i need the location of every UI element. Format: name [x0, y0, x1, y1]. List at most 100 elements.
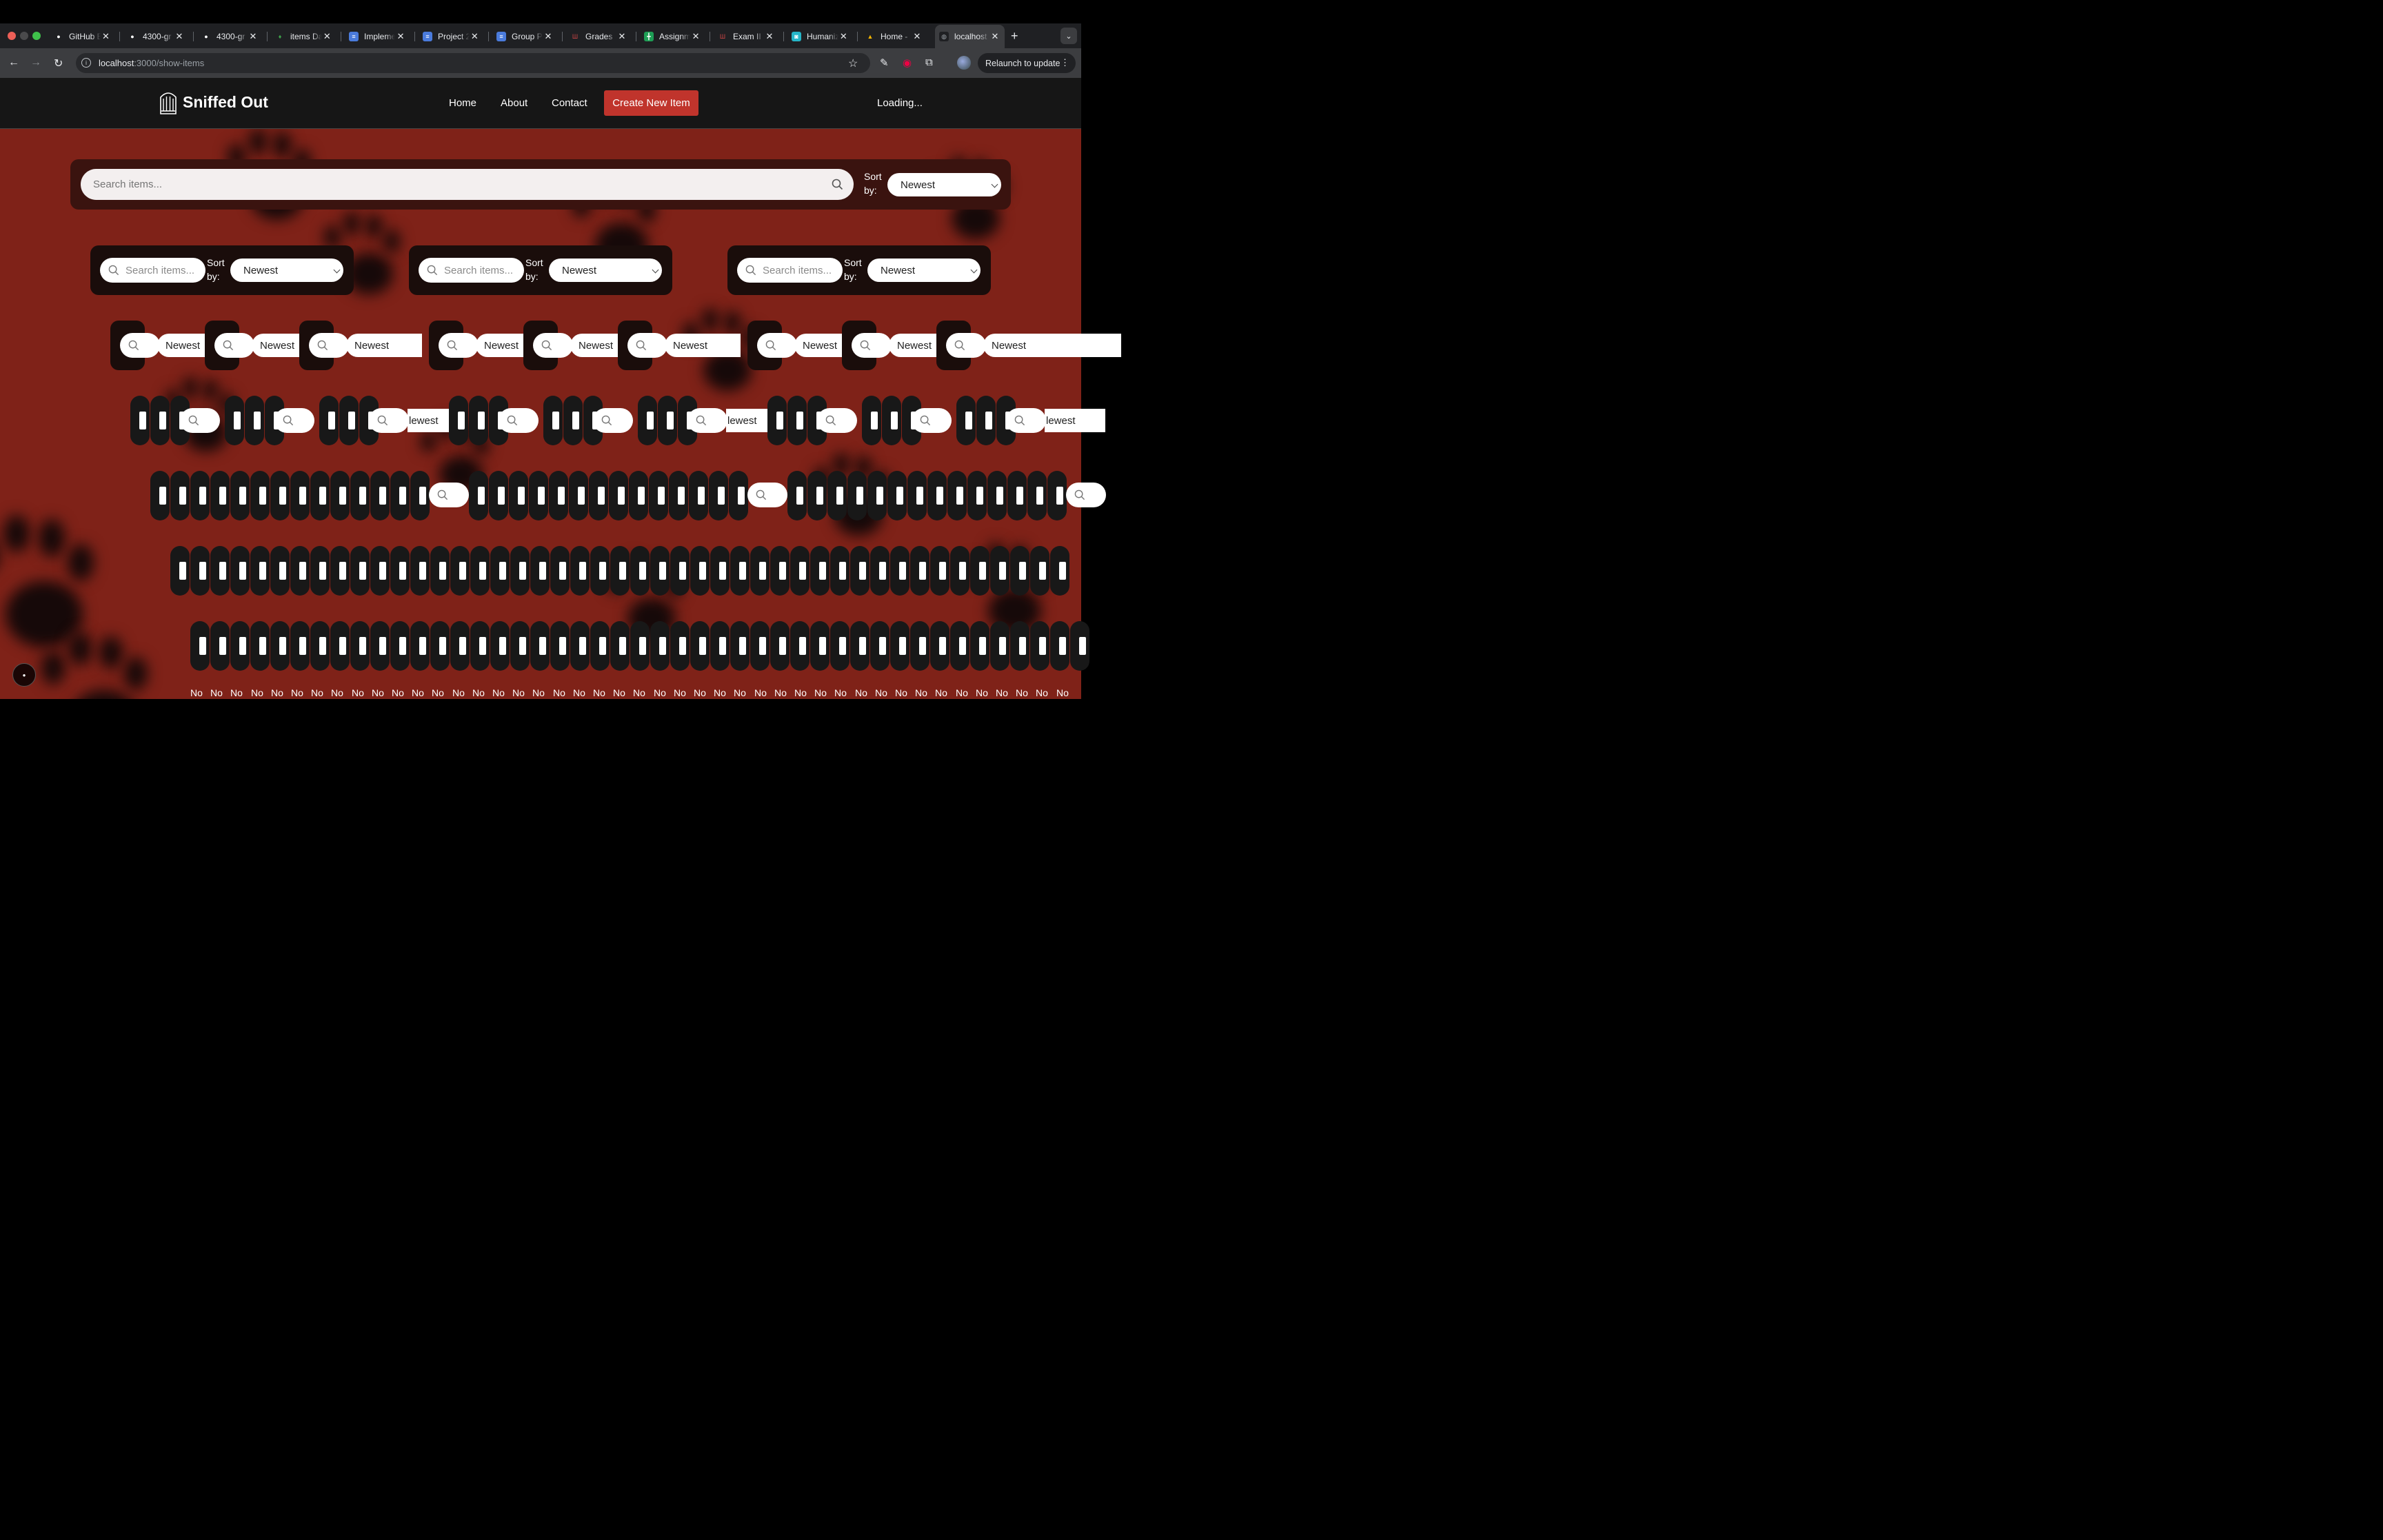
- nested-search-input[interactable]: [1066, 483, 1106, 507]
- bookmark-star-icon[interactable]: ☆: [848, 57, 858, 70]
- close-tab-icon[interactable]: ✕: [322, 31, 332, 42]
- nested-item-pill[interactable]: [956, 396, 976, 445]
- sort-select[interactable]: Newest: [549, 259, 662, 282]
- nested-search-input[interactable]: [180, 408, 220, 433]
- nested-item-pill[interactable]: [967, 471, 987, 520]
- nested-item-pill[interactable]: [1010, 621, 1029, 671]
- nested-item-pill[interactable]: [729, 471, 748, 520]
- browser-tab[interactable]: ╋ Assignm ✕: [640, 28, 705, 45]
- nested-item-pill[interactable]: [130, 396, 150, 445]
- nested-item-pill[interactable]: [1030, 621, 1049, 671]
- nested-item-pill[interactable]: [190, 546, 210, 596]
- browser-tab[interactable]: ● 4300-gr ✕: [123, 28, 189, 45]
- close-tab-icon[interactable]: ✕: [912, 31, 923, 42]
- nested-item-pill[interactable]: [330, 546, 350, 596]
- sort-select[interactable]: Newest: [230, 259, 343, 282]
- nested-item-pill[interactable]: [410, 621, 430, 671]
- nested-item-pill[interactable]: [1050, 546, 1069, 596]
- nested-item-pill[interactable]: [270, 621, 290, 671]
- nested-item-pill[interactable]: [230, 546, 250, 596]
- nested-item-pill[interactable]: [649, 471, 668, 520]
- nested-item-pill[interactable]: [730, 546, 750, 596]
- menu-dots-icon[interactable]: ⋮: [1060, 57, 1069, 68]
- nested-item-pill[interactable]: [770, 546, 790, 596]
- nested-item-pill[interactable]: [290, 621, 310, 671]
- nested-item-pill[interactable]: [658, 396, 677, 445]
- search-input[interactable]: [81, 169, 854, 200]
- close-tab-icon[interactable]: ✕: [174, 31, 185, 42]
- browser-tab[interactable]: ≡ Project 2 ✕: [419, 28, 484, 45]
- nested-item-pill[interactable]: [690, 621, 710, 671]
- nested-item-pill[interactable]: [990, 546, 1009, 596]
- browser-tab[interactable]: ≡ Group P ✕: [492, 28, 558, 45]
- nested-item-pill[interactable]: [609, 471, 628, 520]
- nested-item-pill[interactable]: [390, 471, 410, 520]
- nested-item-pill[interactable]: [910, 621, 929, 671]
- nested-item-pill[interactable]: [590, 546, 610, 596]
- nested-item-pill[interactable]: [787, 471, 807, 520]
- nested-item-pill[interactable]: [330, 471, 350, 520]
- eyedropper-extension-icon[interactable]: ✎: [880, 57, 889, 69]
- relaunch-button[interactable]: Relaunch to update ⋮: [978, 53, 1076, 73]
- nested-item-pill[interactable]: [370, 621, 390, 671]
- nested-item-pill[interactable]: [549, 471, 568, 520]
- nested-item-pill[interactable]: [230, 621, 250, 671]
- nested-search-input[interactable]: [309, 333, 349, 358]
- close-tab-icon[interactable]: ✕: [764, 31, 775, 42]
- nested-item-pill[interactable]: [907, 471, 927, 520]
- nested-item-pill[interactable]: [450, 621, 470, 671]
- nested-item-pill[interactable]: [543, 396, 563, 445]
- nested-item-pill[interactable]: [930, 621, 949, 671]
- nested-item-pill[interactable]: [330, 621, 350, 671]
- nested-item-pill[interactable]: [210, 546, 230, 596]
- nested-item-pill[interactable]: [890, 546, 909, 596]
- nested-item-pill[interactable]: [190, 471, 210, 520]
- nested-item-pill[interactable]: [563, 396, 583, 445]
- site-info-icon[interactable]: i: [81, 58, 91, 68]
- nested-item-pill[interactable]: [950, 546, 969, 596]
- nested-item-pill[interactable]: [610, 621, 630, 671]
- nested-item-pill[interactable]: [890, 621, 909, 671]
- nested-item-pill[interactable]: [310, 621, 330, 671]
- nested-search-input[interactable]: Search items...: [419, 258, 524, 283]
- nested-search-input[interactable]: [499, 408, 539, 433]
- forward-button[interactable]: →: [30, 57, 41, 69]
- nested-item-pill[interactable]: [270, 546, 290, 596]
- close-tab-icon[interactable]: ✕: [101, 31, 111, 42]
- url-text[interactable]: localhost:3000/show-items: [99, 58, 204, 68]
- nested-item-pill[interactable]: [510, 621, 530, 671]
- nested-item-pill[interactable]: [370, 471, 390, 520]
- nested-search-input[interactable]: [369, 408, 409, 433]
- browser-tab[interactable]: ♦ items Da ✕: [271, 28, 336, 45]
- profile-avatar[interactable]: [957, 56, 971, 70]
- nested-item-pill[interactable]: [310, 471, 330, 520]
- nested-item-pill[interactable]: [170, 471, 190, 520]
- nested-search-input[interactable]: [852, 333, 892, 358]
- nested-item-pill[interactable]: [910, 546, 929, 596]
- nested-item-pill[interactable]: [1007, 471, 1027, 520]
- nested-item-pill[interactable]: [469, 471, 488, 520]
- nested-item-pill[interactable]: [689, 471, 708, 520]
- sort-select[interactable]: Newest: [665, 334, 741, 357]
- nested-item-pill[interactable]: [290, 471, 310, 520]
- maximize-window-icon[interactable]: [32, 32, 41, 40]
- nested-item-pill[interactable]: [1010, 546, 1029, 596]
- back-button[interactable]: ←: [8, 57, 19, 69]
- nested-item-pill[interactable]: [410, 471, 430, 520]
- browser-tab[interactable]: Ш Grades ✕: [566, 28, 632, 45]
- nested-item-pill[interactable]: [430, 546, 450, 596]
- browser-tab[interactable]: Ш Exam II ✕: [714, 28, 779, 45]
- nested-item-pill[interactable]: [630, 621, 650, 671]
- nested-item-pill[interactable]: [339, 396, 359, 445]
- nested-item-pill[interactable]: [450, 546, 470, 596]
- nested-item-pill[interactable]: [1027, 471, 1047, 520]
- nested-search-input[interactable]: [274, 408, 314, 433]
- sort-select[interactable]: Newest: [157, 334, 209, 357]
- nested-item-pill[interactable]: [750, 546, 770, 596]
- nested-item-pill[interactable]: [970, 621, 989, 671]
- nested-item-pill[interactable]: [530, 546, 550, 596]
- nested-item-pill[interactable]: [976, 396, 996, 445]
- nested-item-pill[interactable]: [669, 471, 688, 520]
- sort-select[interactable]: Newest: [570, 334, 622, 357]
- nested-item-pill[interactable]: [670, 621, 690, 671]
